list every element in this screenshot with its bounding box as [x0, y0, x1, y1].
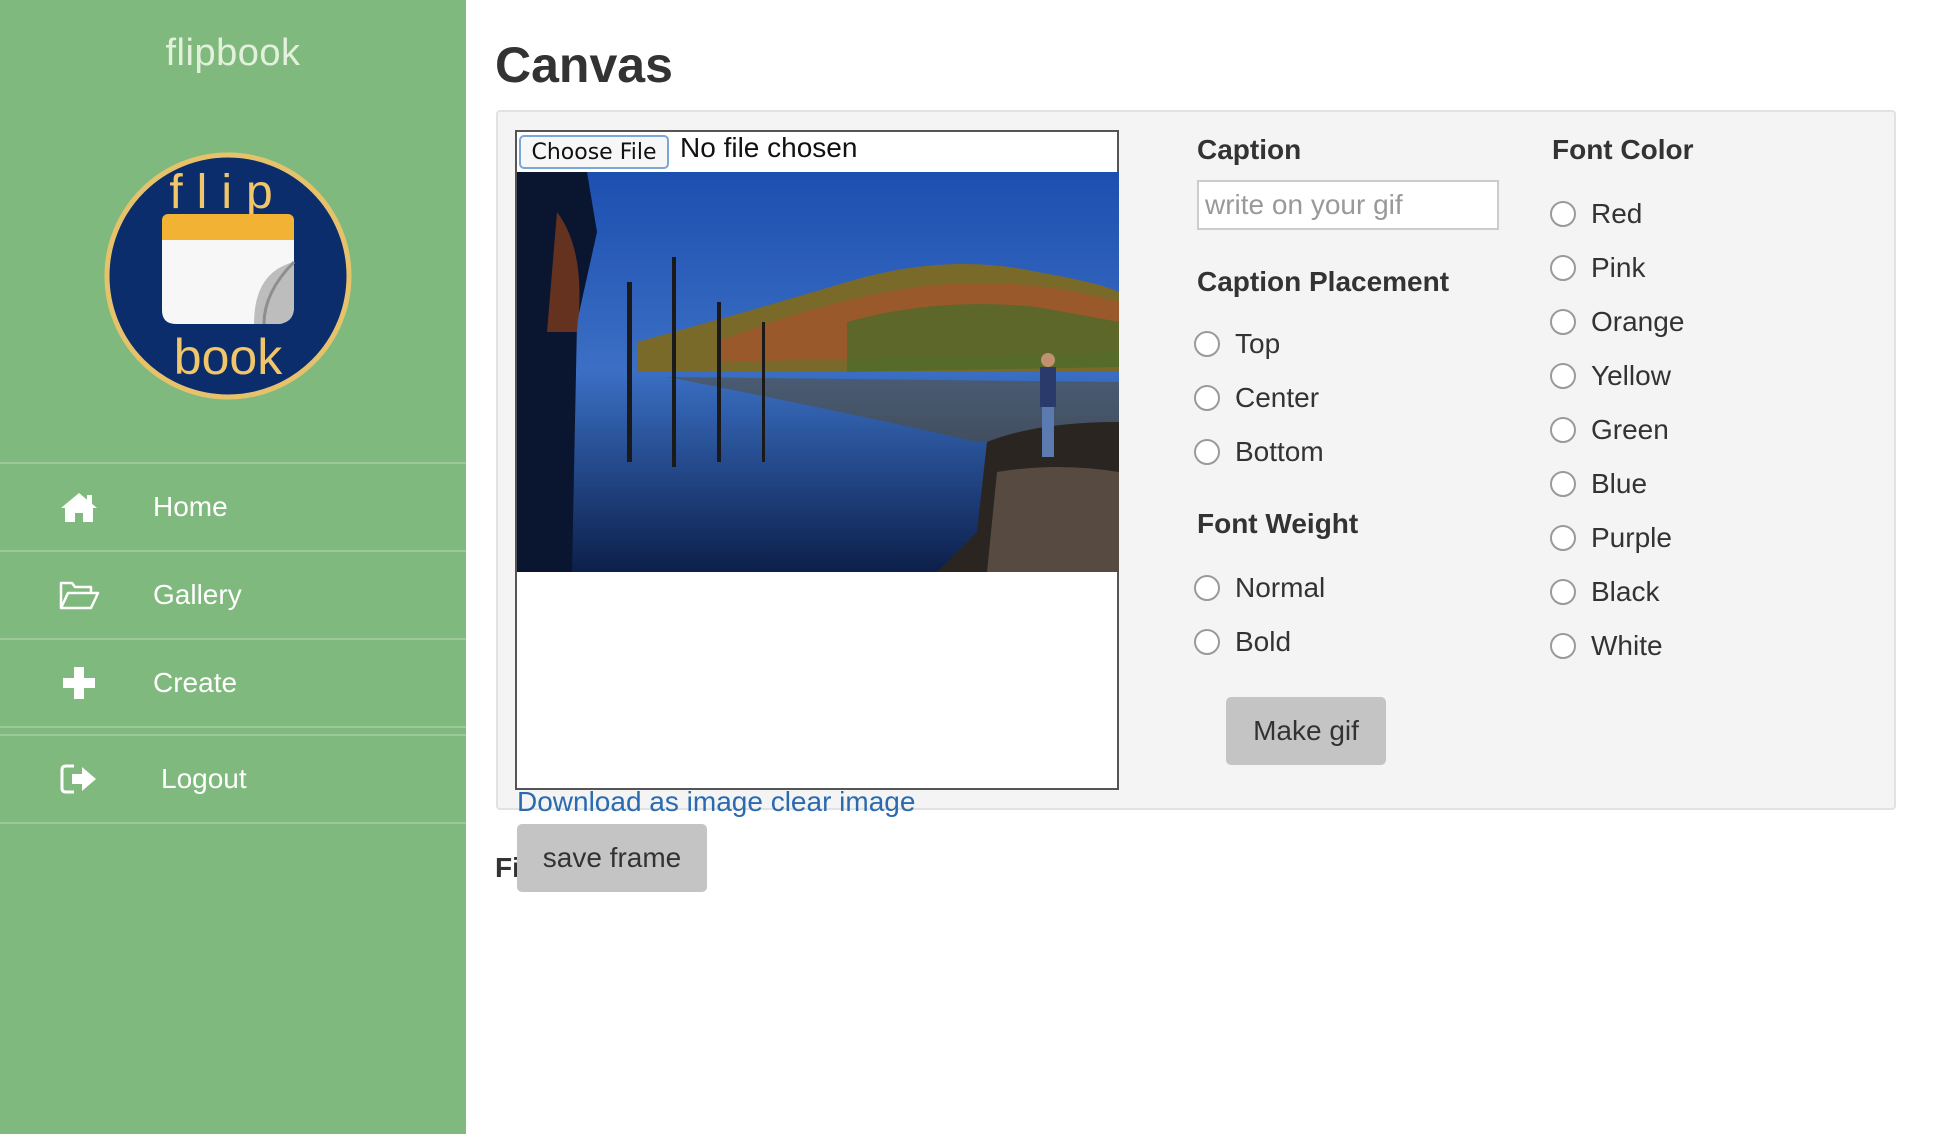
- radio-placement-bottom[interactable]: Bottom: [1194, 436, 1324, 468]
- sidebar-item-gallery[interactable]: Gallery: [0, 552, 466, 638]
- radio-label: Purple: [1591, 522, 1672, 553]
- radio-button[interactable]: [1550, 417, 1576, 443]
- radio-color-orange[interactable]: Orange: [1550, 306, 1684, 338]
- download-links: Download as image clear image: [517, 786, 915, 818]
- radio-label: Red: [1591, 198, 1643, 229]
- radio-button[interactable]: [1550, 579, 1576, 605]
- font-color-label: Font Color: [1552, 134, 1694, 165]
- radio-color-black[interactable]: Black: [1550, 576, 1659, 608]
- divider: [0, 822, 466, 824]
- radio-label: Top: [1235, 328, 1281, 359]
- radio-button[interactable]: [1194, 629, 1220, 655]
- canvas-photo: [517, 172, 1119, 572]
- radio-label: Green: [1591, 414, 1669, 445]
- radio-color-green[interactable]: Green: [1550, 414, 1669, 446]
- radio-label: Blue: [1591, 468, 1648, 499]
- svg-text:book: book: [174, 329, 283, 385]
- page-title: Canvas: [495, 37, 673, 93]
- radio-button[interactable]: [1550, 633, 1576, 659]
- sidebar-item-create[interactable]: Create: [0, 640, 466, 726]
- make-gif-button[interactable]: Make gif: [1226, 697, 1386, 765]
- radio-button[interactable]: [1550, 363, 1576, 389]
- radio-button[interactable]: [1550, 309, 1576, 335]
- caption-label: Caption: [1197, 134, 1302, 165]
- folder-open-icon: [59, 581, 100, 610]
- radio-button[interactable]: [1194, 331, 1220, 357]
- radio-weight-bold[interactable]: Bold: [1194, 626, 1291, 658]
- sidebar-item-label: Home: [153, 491, 228, 522]
- save-frame-button[interactable]: save frame: [517, 824, 707, 892]
- radio-color-purple[interactable]: Purple: [1550, 522, 1672, 554]
- download-image-link[interactable]: Download as image: [517, 786, 763, 817]
- sidebar-item-label: Create: [153, 667, 238, 698]
- sidebar-nav: Home Gallery Create Logout: [0, 462, 466, 824]
- radio-button[interactable]: [1550, 471, 1576, 497]
- radio-weight-normal[interactable]: Normal: [1194, 572, 1325, 604]
- plus-icon: [63, 667, 95, 699]
- sidebar: flipbook flip book Home Gallery Create L…: [0, 0, 466, 1134]
- radio-color-white[interactable]: White: [1550, 630, 1663, 662]
- choose-file-button[interactable]: Choose File: [519, 135, 669, 169]
- radio-label: Yellow: [1591, 360, 1671, 391]
- font-weight-label: Font Weight: [1197, 508, 1359, 539]
- radio-placement-center[interactable]: Center: [1194, 382, 1319, 414]
- radio-label: Orange: [1591, 306, 1685, 337]
- radio-label: White: [1591, 630, 1663, 661]
- radio-button[interactable]: [1194, 575, 1220, 601]
- sidebar-item-home[interactable]: Home: [0, 464, 466, 550]
- radio-label: Center: [1235, 382, 1320, 413]
- clear-image-link[interactable]: clear image: [771, 786, 916, 817]
- radio-button[interactable]: [1550, 255, 1576, 281]
- caption-input[interactable]: write on your gif: [1197, 180, 1499, 230]
- brand-name[interactable]: flipbook: [0, 32, 466, 75]
- svg-text:flip: flip: [169, 166, 286, 219]
- logout-icon: [60, 764, 96, 794]
- radio-label: Black: [1591, 576, 1660, 607]
- caption-placement-label: Caption Placement: [1197, 266, 1450, 297]
- flipbook-logo: flip book: [104, 152, 352, 400]
- radio-button[interactable]: [1550, 201, 1576, 227]
- radio-button[interactable]: [1550, 525, 1576, 551]
- radio-color-yellow[interactable]: Yellow: [1550, 360, 1671, 392]
- radio-color-pink[interactable]: Pink: [1550, 252, 1645, 284]
- radio-color-red[interactable]: Red: [1550, 198, 1642, 230]
- sidebar-item-label: Gallery: [153, 579, 242, 610]
- radio-color-blue[interactable]: Blue: [1550, 468, 1647, 500]
- sidebar-item-logout[interactable]: Logout: [0, 736, 466, 822]
- radio-button[interactable]: [1194, 439, 1220, 465]
- radio-label: Pink: [1591, 252, 1646, 283]
- radio-label: Normal: [1235, 572, 1326, 603]
- radio-button[interactable]: [1194, 385, 1220, 411]
- radio-placement-top[interactable]: Top: [1194, 328, 1280, 360]
- file-status: No file chosen: [680, 132, 858, 163]
- sidebar-item-label: Logout: [161, 763, 247, 794]
- radio-label: Bold: [1235, 626, 1292, 657]
- radio-label: Bottom: [1235, 436, 1324, 467]
- home-icon: [61, 493, 97, 522]
